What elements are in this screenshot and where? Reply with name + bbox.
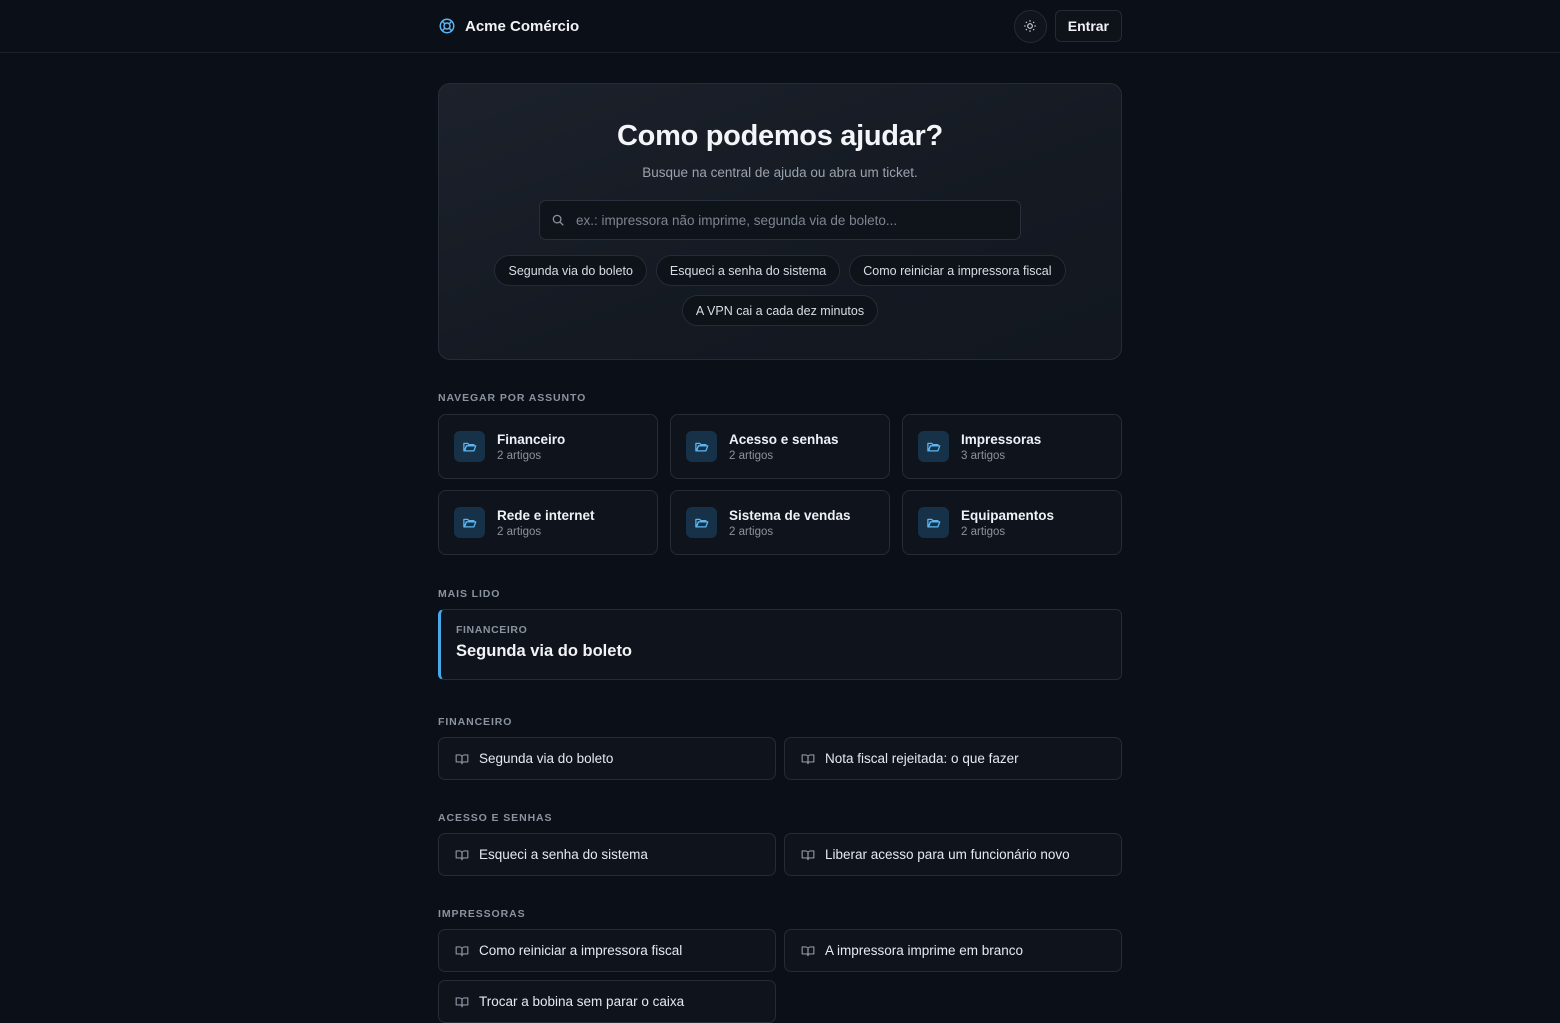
topics-grid: Financeiro 2 artigos Acesso e senhas 2 a… <box>438 414 1122 555</box>
book-open-icon <box>455 995 469 1009</box>
popular-article-title: Segunda via do boleto <box>456 642 633 660</box>
book-open-icon <box>455 848 469 862</box>
suggestion-chip[interactable]: Como reiniciar a impressora fiscal <box>849 255 1066 286</box>
article-link[interactable]: A impressora imprime em branco <box>784 929 1122 972</box>
article-title: Esqueci a senha do sistema <box>479 847 648 862</box>
book-open-icon <box>455 944 469 958</box>
topic-title: Rede e internet <box>497 507 595 523</box>
topic-card-equipamentos[interactable]: Equipamentos 2 artigos <box>902 490 1122 555</box>
topic-count: 3 artigos <box>961 449 1006 462</box>
article-link[interactable]: Como reiniciar a impressora fiscal <box>438 929 776 972</box>
book-open-icon <box>801 848 815 862</box>
topics-heading: NAVEGAR POR ASSUNTO <box>438 392 587 404</box>
page-subtitle: Busque na central de ajuda ou abra um ti… <box>642 165 918 180</box>
folder-open-icon <box>686 507 717 538</box>
article-list-impressoras: Como reiniciar a impressora fiscal A imp… <box>438 929 1122 1023</box>
suggestion-chip[interactable]: Esqueci a senha do sistema <box>655 255 841 286</box>
group-heading-financeiro: FINANCEIRO <box>438 716 513 728</box>
topic-title: Impressoras <box>961 431 1042 447</box>
topic-text: Financeiro 2 artigos <box>497 432 565 462</box>
topic-card-sistema-de-vendas[interactable]: Sistema de vendas 2 artigos <box>670 490 890 555</box>
folder-open-icon <box>454 507 485 538</box>
topic-card-impressoras[interactable]: Impressoras 3 artigos <box>902 414 1122 479</box>
article-link[interactable]: Liberar acesso para um funcionário novo <box>784 833 1122 876</box>
popular-article-category: FINANCEIRO <box>456 624 528 636</box>
article-list-acesso-e-senhas: Esqueci a senha do sistema Liberar acess… <box>438 833 1122 876</box>
topic-text: Equipamentos 2 artigos <box>961 508 1054 538</box>
folder-open-icon <box>918 507 949 538</box>
topic-title: Equipamentos <box>961 507 1055 523</box>
article-list-financeiro: Segunda via do boleto Nota fiscal rejeit… <box>438 737 1122 780</box>
article-title: Segunda via do boleto <box>479 751 614 766</box>
topic-count: 2 artigos <box>497 449 542 462</box>
topic-card-acesso-e-senhas[interactable]: Acesso e senhas 2 artigos <box>670 414 890 479</box>
article-link[interactable]: Nota fiscal rejeitada: o que fazer <box>784 737 1122 780</box>
search-icon <box>551 213 565 227</box>
article-title: Trocar a bobina sem parar o caixa <box>479 994 685 1009</box>
article-link[interactable]: Esqueci a senha do sistema <box>438 833 776 876</box>
topic-card-rede-e-internet[interactable]: Rede e internet 2 artigos <box>438 490 658 555</box>
top-bar: Acme Comércio Entrar <box>0 0 1560 53</box>
book-open-icon <box>801 752 815 766</box>
theme-toggle-button[interactable] <box>1013 9 1047 43</box>
article-title: Como reiniciar a impressora fiscal <box>479 943 683 958</box>
book-open-icon <box>455 752 469 766</box>
folder-open-icon <box>918 431 949 462</box>
article-title: A impressora imprime em branco <box>825 943 1024 958</box>
top-actions: Entrar <box>1013 9 1122 43</box>
suggestion-chip[interactable]: Segunda via do boleto <box>494 255 647 286</box>
group-heading-impressoras: IMPRESSORAS <box>438 908 526 920</box>
hero-search-card: Como podemos ajudar? Busque na central d… <box>438 83 1122 360</box>
search-box <box>539 200 1021 240</box>
folder-open-icon <box>454 431 485 462</box>
topic-count: 2 artigos <box>961 525 1006 538</box>
topic-text: Rede e internet 2 artigos <box>497 508 595 538</box>
topic-count: 2 artigos <box>729 525 774 538</box>
topic-title: Acesso e senhas <box>729 431 839 447</box>
book-open-icon <box>801 944 815 958</box>
suggestion-chips: Segunda via do boleto Esqueci a senha do… <box>470 255 1090 326</box>
article-title: Nota fiscal rejeitada: o que fazer <box>825 751 1019 766</box>
sun-icon <box>1023 19 1037 33</box>
lifebuoy-icon <box>438 17 456 35</box>
main-content: Como podemos ajudar? Busque na central d… <box>438 83 1122 1023</box>
login-button[interactable]: Entrar <box>1054 10 1122 42</box>
brand-link[interactable]: Acme Comércio <box>438 17 579 35</box>
topic-card-financeiro[interactable]: Financeiro 2 artigos <box>438 414 658 479</box>
topic-text: Impressoras 3 artigos <box>961 432 1041 462</box>
page-title: Como podemos ajudar? <box>617 120 943 152</box>
article-link[interactable]: Trocar a bobina sem parar o caixa <box>438 980 776 1023</box>
group-heading-acesso-e-senhas: ACESSO E SENHAS <box>438 812 553 824</box>
article-title: Liberar acesso para um funcionário novo <box>825 847 1070 862</box>
folder-open-icon <box>686 431 717 462</box>
article-link[interactable]: Segunda via do boleto <box>438 737 776 780</box>
popular-article-card[interactable]: FINANCEIRO Segunda via do boleto <box>438 609 1122 680</box>
suggestion-chip[interactable]: A VPN cai a cada dez minutos <box>681 295 879 326</box>
topic-text: Acesso e senhas 2 artigos <box>729 432 839 462</box>
topic-title: Sistema de vendas <box>729 507 851 523</box>
topic-count: 2 artigos <box>729 449 774 462</box>
topic-count: 2 artigos <box>497 525 542 538</box>
brand-name: Acme Comércio <box>465 17 580 35</box>
top-bar-inner: Acme Comércio Entrar <box>438 0 1122 52</box>
topic-text: Sistema de vendas 2 artigos <box>729 508 851 538</box>
search-input[interactable] <box>574 211 1020 229</box>
topic-title: Financeiro <box>497 431 566 447</box>
popular-heading: MAIS LIDO <box>438 588 501 600</box>
